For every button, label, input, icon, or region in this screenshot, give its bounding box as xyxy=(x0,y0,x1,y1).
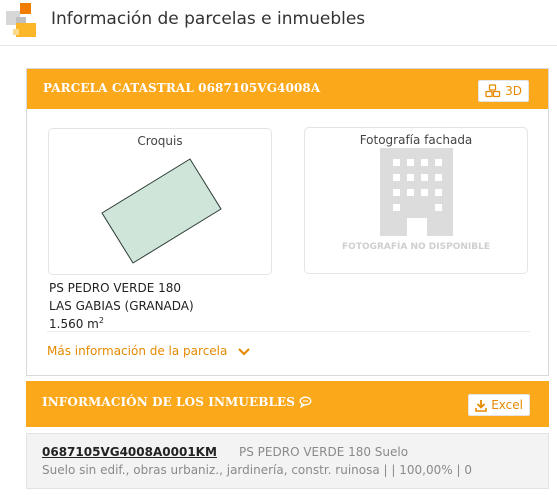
property-list-item: 0687105VG4008A0001KM PS PEDRO VERDE 180 … xyxy=(26,433,549,489)
parcel-sketch[interactable] xyxy=(49,129,273,276)
property-address: PS PEDRO VERDE 180 Suelo xyxy=(239,445,409,459)
properties-title-text: INFORMACIÓN DE LOS INMUEBLES xyxy=(42,395,296,409)
photo-unavailable-text: FOTOGRAFÍA NO DISPONIBLE xyxy=(342,242,490,252)
view-3d-label: 3D xyxy=(505,84,522,98)
page-title: Información de parcelas e inmuebles xyxy=(51,9,366,29)
property-reference-link[interactable]: 0687105VG4008A0001KM xyxy=(42,445,217,459)
export-excel-label: Excel xyxy=(491,398,523,412)
properties-title: INFORMACIÓN DE LOS INMUEBLES xyxy=(42,395,312,409)
cubes-icon xyxy=(485,84,501,98)
parcel-area-unit-exponent: 2 xyxy=(98,316,104,325)
divider xyxy=(47,331,530,332)
chevron-down-icon xyxy=(238,347,251,356)
sketch-box: Croquis xyxy=(48,128,272,275)
app-header: Información de parcelas e inmuebles xyxy=(0,0,557,46)
view-3d-button[interactable]: 3D xyxy=(478,80,529,102)
cadastre-logo-icon xyxy=(6,3,36,37)
more-parcel-info-label: Más información de la parcela xyxy=(47,344,228,358)
properties-header-bar: INFORMACIÓN DE LOS INMUEBLES Excel xyxy=(26,381,549,427)
parcel-address-line1: PS PEDRO VERDE 180 xyxy=(49,281,181,295)
parcel-header-bar: PARCELA CATASTRAL 0687105VG4008A 3D xyxy=(27,69,548,109)
building-placeholder-icon xyxy=(380,148,453,236)
export-excel-button[interactable]: Excel xyxy=(468,394,530,416)
download-icon xyxy=(475,399,488,412)
photo-box: Fotografía fachada FOTOGRAFÍA NO DISPONI… xyxy=(304,127,528,274)
parcel-area: 1.560 m2 xyxy=(49,316,104,331)
parcel-shape xyxy=(101,158,222,264)
chat-bubble-icon xyxy=(299,396,312,409)
property-description: Suelo sin edif., obras urbaniz., jardine… xyxy=(42,463,472,477)
parcel-panel: PARCELA CATASTRAL 0687105VG4008A 3D Croq… xyxy=(26,68,549,376)
more-parcel-info-link[interactable]: Más información de la parcela xyxy=(47,344,251,358)
parcel-address-line2: LAS GABIAS (GRANADA) xyxy=(49,299,194,313)
properties-panel: INFORMACIÓN DE LOS INMUEBLES Excel 06871… xyxy=(26,381,549,489)
parcel-title: PARCELA CATASTRAL 0687105VG4008A xyxy=(43,81,321,95)
parcel-area-value: 1.560 m xyxy=(49,317,99,331)
